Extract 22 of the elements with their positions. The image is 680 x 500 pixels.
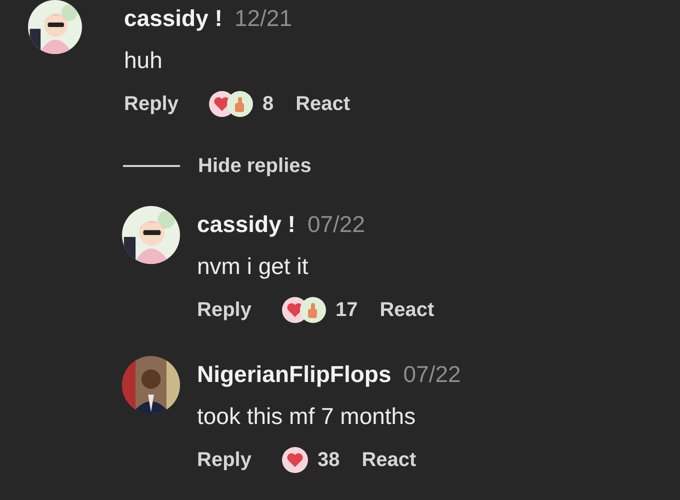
react-button[interactable]: React [296, 92, 350, 116]
comment-text: huh [124, 46, 164, 75]
comment-text: nvm i get it [197, 252, 310, 281]
comment-date: 12/21 [234, 4, 292, 33]
author-name[interactable]: NigerianFlipFlops [197, 356, 392, 392]
comment-date: 07/22 [307, 210, 366, 239]
reaction-count: 17 [335, 298, 358, 322]
reply-button[interactable]: Reply [197, 298, 252, 322]
comment-date: 07/22 [403, 360, 461, 389]
comment-text: took this mf 7 months [197, 402, 417, 431]
heart-face-icon [281, 446, 310, 474]
thumbs-up-icon [226, 90, 254, 118]
reply-button[interactable]: Reply [197, 448, 252, 472]
react-button[interactable]: React [380, 298, 434, 322]
reaction-count: 38 [317, 448, 340, 472]
reply-button[interactable]: Reply [124, 92, 178, 116]
react-button[interactable]: React [362, 448, 416, 472]
reaction-count: 8 [262, 92, 274, 116]
hide-replies-button[interactable]: Hide replies [198, 154, 312, 178]
author-name[interactable]: cassidy ! [197, 206, 296, 242]
thumbs-up-icon [299, 296, 328, 324]
author-name[interactable]: cassidy ! [124, 0, 222, 36]
